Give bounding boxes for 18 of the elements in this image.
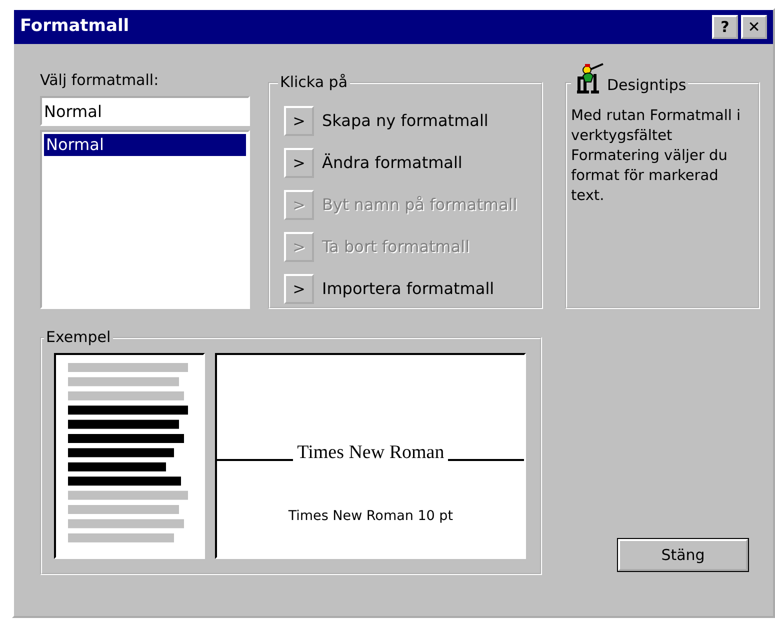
close-button[interactable]: ✕ [741, 15, 767, 39]
style-name-field[interactable]: Normal [40, 96, 250, 126]
group-title: Designtips [607, 76, 686, 94]
group-title: Exempel [44, 328, 113, 346]
action-label[interactable]: Ändra formatmall [322, 151, 462, 175]
arrow-button[interactable]: > [284, 274, 314, 304]
arrow-button[interactable]: > [284, 148, 314, 178]
action-label[interactable]: Importera formatmall [322, 277, 494, 301]
group-title: Klicka på [278, 73, 350, 91]
arrow-button[interactable]: > [284, 106, 314, 136]
help-button[interactable]: ? [712, 15, 738, 39]
list-item[interactable]: Normal [44, 134, 246, 156]
window-title: Formatmall [20, 15, 130, 38]
tip-text: Med rutan Formatmall i verktygsfältet Formatering väljer du format för markerad text. [571, 107, 742, 206]
close-button[interactable]: Stäng [618, 539, 748, 571]
action-label[interactable]: Skapa ny formatmall [322, 109, 488, 133]
font-info: Times New Roman 10 pt [288, 506, 454, 526]
field-label: Välj formatmall: [40, 70, 160, 90]
